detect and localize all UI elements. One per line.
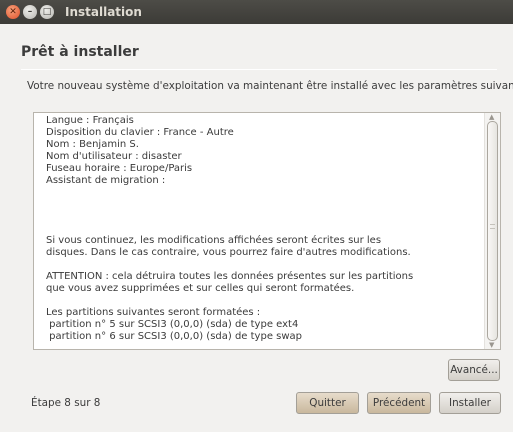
intro-text: Votre nouveau système d'exploitation va …: [27, 80, 513, 92]
quit-button[interactable]: Quitter: [296, 392, 359, 414]
page-title: Prêt à installer: [21, 44, 139, 60]
installer-window: ✕ – □ Installation Prêt à installer Votr…: [0, 0, 513, 432]
summary-text: Langue : Français Disposition du clavier…: [46, 115, 414, 342]
vertical-scrollbar[interactable]: ▲ ▼: [484, 113, 500, 349]
step-indicator: Étape 8 sur 8: [31, 397, 101, 409]
previous-label: Précédent: [372, 397, 426, 409]
title-bar[interactable]: ✕ – □ Installation: [0, 0, 513, 24]
divider: [21, 69, 497, 70]
advanced-button[interactable]: Avancé...: [448, 359, 500, 381]
scroll-grip-icon: [490, 224, 495, 229]
scroll-down-icon[interactable]: ▼: [489, 341, 494, 349]
window-title: Installation: [65, 5, 142, 19]
scroll-thumb[interactable]: [487, 121, 498, 341]
scroll-up-icon[interactable]: ▲: [489, 113, 494, 121]
previous-button[interactable]: Précédent: [367, 392, 431, 414]
minimize-icon[interactable]: –: [23, 5, 37, 19]
summary-textview[interactable]: Langue : Français Disposition du clavier…: [33, 112, 501, 350]
install-button[interactable]: Installer: [439, 392, 501, 414]
close-icon[interactable]: ✕: [6, 5, 20, 19]
quit-label: Quitter: [309, 397, 346, 409]
maximize-icon[interactable]: □: [40, 5, 54, 19]
